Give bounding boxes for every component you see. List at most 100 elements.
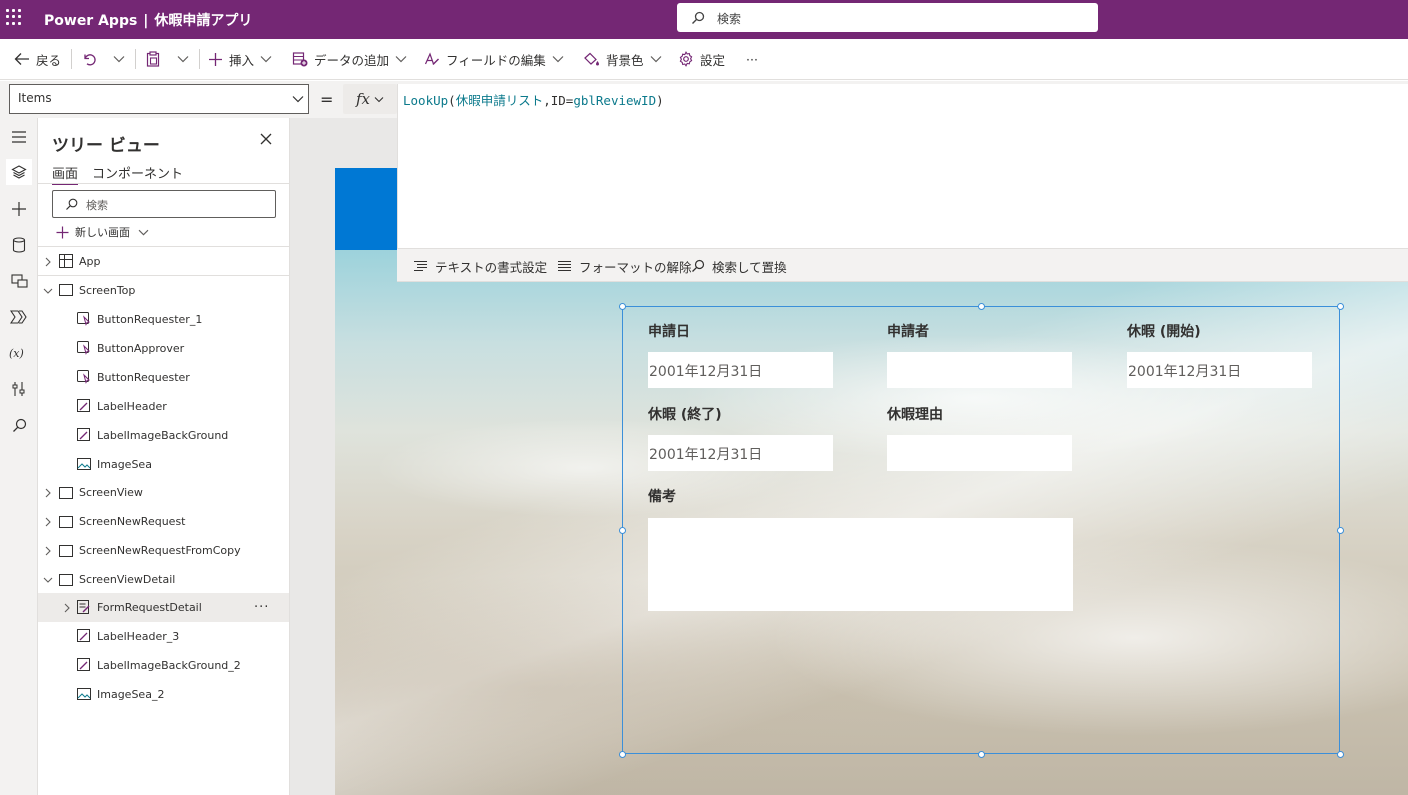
background-color-button[interactable]: 背景色 — [583, 39, 662, 79]
tree-node-button[interactable]: ButtonApprover — [38, 334, 289, 363]
chevron-right-icon[interactable] — [43, 546, 53, 556]
chevron-down-icon — [395, 56, 407, 63]
media-icon[interactable] — [6, 268, 32, 294]
add-data-button[interactable]: データの追加 — [292, 39, 407, 79]
global-search-placeholder: 検索 — [717, 12, 742, 26]
button-icon — [77, 341, 91, 355]
field-label-requester: 申請者 — [887, 324, 929, 340]
chevron-down-icon[interactable] — [43, 286, 53, 296]
layers-icon[interactable] — [6, 159, 32, 185]
command-divider — [135, 49, 136, 69]
tree-node-button[interactable]: ButtonRequester_1 — [38, 305, 289, 334]
field-label-leave-reason: 休暇理由 — [887, 407, 943, 423]
power-automate-icon[interactable] — [6, 304, 32, 330]
chevron-right-icon[interactable] — [43, 257, 53, 267]
tree-node-label-control[interactable]: LabelHeader — [38, 392, 289, 421]
close-icon[interactable] — [260, 133, 272, 148]
chevron-right-icon[interactable] — [43, 517, 53, 527]
tree-node-label: ScreenNewRequest — [79, 515, 186, 528]
more-commands-button[interactable]: ··· — [746, 39, 758, 79]
data-cylinder-icon[interactable] — [6, 232, 32, 258]
tree-node-button[interactable]: ButtonRequester — [38, 363, 289, 392]
back-button[interactable]: 戻る — [14, 39, 61, 79]
insert-plus-icon[interactable] — [6, 196, 32, 222]
settings-button[interactable]: 設定 — [678, 39, 725, 79]
resize-handle[interactable] — [1337, 751, 1344, 758]
chevron-down-icon[interactable] — [43, 575, 53, 585]
label-control-icon — [77, 399, 91, 413]
tree-node-label: ButtonRequester — [97, 371, 190, 384]
property-dropdown[interactable]: Items — [9, 84, 309, 114]
field-input-leave-end[interactable]: 2001年12月31日 — [648, 435, 833, 471]
formula-variable: gblReviewID — [573, 93, 657, 108]
undo-button[interactable] — [81, 39, 103, 79]
chevron-right-icon[interactable] — [62, 603, 72, 613]
tree-search-input[interactable]: 検索 — [52, 190, 276, 218]
tree-node-app[interactable]: App — [38, 247, 289, 276]
hamburger-menu-icon[interactable] — [6, 124, 32, 150]
chevron-right-icon[interactable] — [43, 488, 53, 498]
formula-function: LookUp — [403, 93, 449, 108]
search-icon[interactable] — [6, 412, 32, 438]
tree-node-label-control[interactable]: LabelImageBackGround — [38, 421, 289, 450]
command-bar: 戻る 挿入 データの追加 フィールドの編集 背景色 設定 ··· — [0, 39, 1408, 80]
resize-handle[interactable] — [619, 527, 626, 534]
tree-node-label-control[interactable]: LabelHeader_3 — [38, 622, 289, 651]
tree-node-label-control[interactable]: LabelImageBackGround_2 — [38, 651, 289, 680]
formula-text[interactable]: LookUp(休暇申請リスト,ID=gblReviewID) — [403, 90, 664, 109]
resize-handle[interactable] — [978, 751, 985, 758]
field-input-request-date[interactable]: 2001年12月31日 — [648, 352, 833, 388]
find-replace-button[interactable]: 検索して置換 — [691, 249, 787, 283]
tree-node-screen[interactable]: ScreenTop — [38, 276, 289, 305]
advanced-tools-icon[interactable] — [6, 376, 32, 402]
screen-icon — [59, 486, 73, 500]
format-text-button[interactable]: テキストの書式設定 — [413, 249, 547, 283]
plus-icon — [209, 52, 222, 66]
global-search-input[interactable]: 検索 — [677, 3, 1098, 32]
resize-handle[interactable] — [619, 751, 626, 758]
new-screen-button[interactable]: 新しい画面 — [56, 222, 149, 242]
tree-node-screen[interactable]: ScreenViewDetail — [38, 565, 289, 594]
variables-icon[interactable]: (x) — [6, 340, 32, 366]
tab-screens[interactable]: 画面 — [52, 163, 79, 185]
chevron-down-icon — [177, 56, 189, 63]
field-input-leave-start[interactable]: 2001年12月31日 — [1127, 352, 1312, 388]
tree-view-pane: ツリー ビュー 画面 コンポーネント 検索 新しい画面 App ScreenTo… — [38, 118, 290, 795]
field-input-requester[interactable] — [887, 352, 1072, 388]
edit-fields-button[interactable]: フィールドの編集 — [424, 39, 564, 79]
resize-handle[interactable] — [619, 303, 626, 310]
tree-view-title: ツリー ビュー — [52, 136, 160, 156]
left-navigation-rail: (x) — [0, 118, 38, 795]
undo-dropdown-button[interactable] — [113, 39, 131, 79]
resize-handle[interactable] — [1337, 303, 1344, 310]
tree-node-label: FormRequestDetail — [97, 601, 202, 614]
field-input-remarks[interactable] — [648, 518, 1073, 611]
tree-node-image[interactable]: ImageSea — [38, 450, 289, 479]
form-request-detail[interactable]: 申請日 2001年12月31日 申請者 休暇 (開始) 2001年12月31日 … — [619, 303, 1344, 758]
resize-handle[interactable] — [978, 303, 985, 310]
formula-open-paren: ( — [448, 93, 456, 108]
paste-button[interactable] — [145, 39, 167, 79]
tree-node-screen[interactable]: ScreenView — [38, 478, 289, 507]
tree-node-image[interactable]: ImageSea_2 — [38, 680, 289, 709]
tree-node-label: ScreenView — [79, 486, 143, 499]
node-more-options-button[interactable]: ··· — [254, 600, 269, 615]
search-icon — [692, 11, 705, 24]
paste-dropdown-button[interactable] — [177, 39, 195, 79]
function-picker-button[interactable]: fx — [343, 84, 397, 114]
screen-icon — [59, 573, 73, 587]
back-arrow-icon — [14, 53, 29, 65]
field-input-leave-reason[interactable] — [887, 435, 1072, 471]
resize-handle[interactable] — [1337, 527, 1344, 534]
tree-node-form[interactable]: FormRequestDetail ··· — [38, 593, 289, 622]
tab-components[interactable]: コンポーネント — [92, 163, 183, 182]
insert-menu-button[interactable]: 挿入 — [208, 39, 272, 79]
app-launcher-icon[interactable] — [6, 9, 22, 25]
image-icon — [77, 457, 91, 471]
formula-editor[interactable]: LookUp(休暇申請リスト,ID=gblReviewID) — [397, 84, 1408, 248]
remove-format-button[interactable]: フォーマットの解除 — [557, 249, 692, 283]
tree-node-screen[interactable]: ScreenNewRequestFromCopy — [38, 536, 289, 565]
clipboard-icon — [146, 51, 160, 67]
find-replace-label: 検索して置換 — [712, 259, 787, 275]
tree-node-screen[interactable]: ScreenNewRequest — [38, 507, 289, 536]
